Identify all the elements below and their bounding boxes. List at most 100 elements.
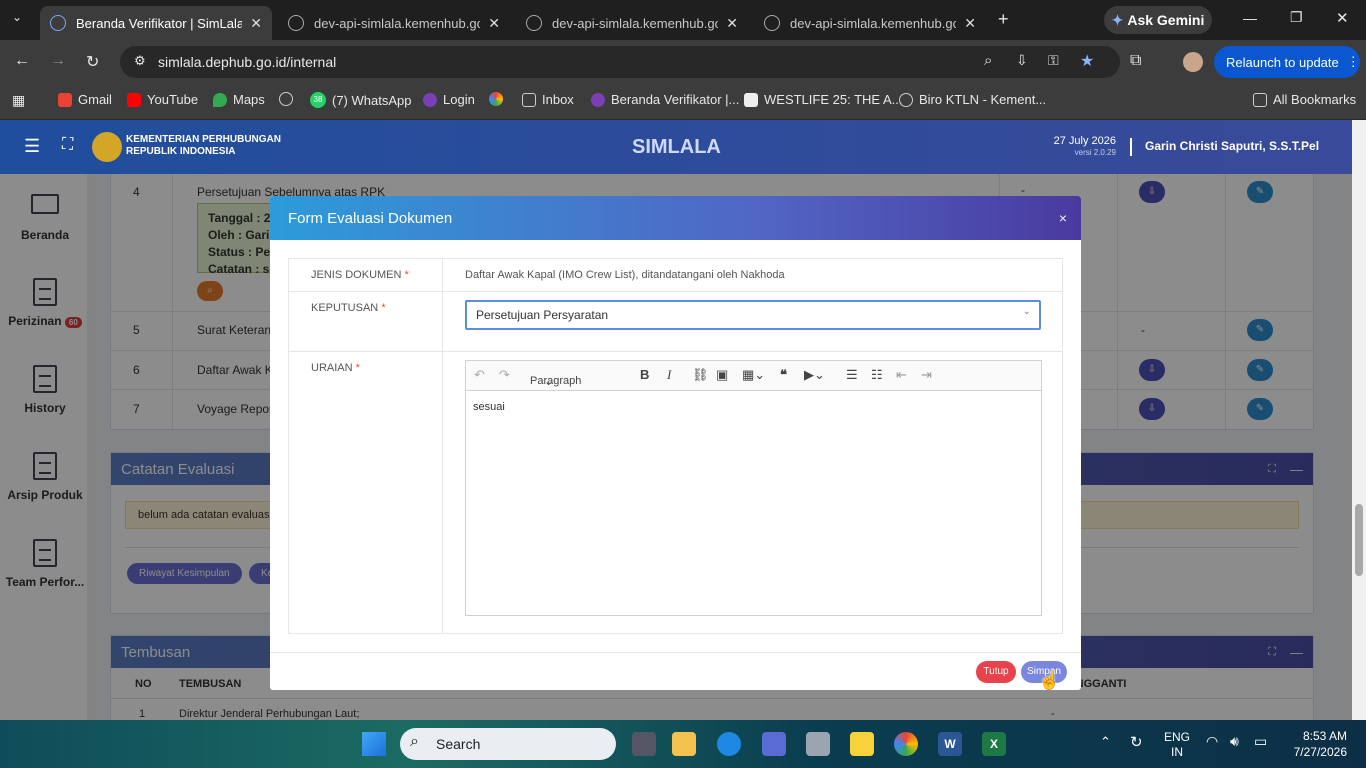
close-tab-icon[interactable]: ✕ xyxy=(250,15,262,32)
windows-start-icon[interactable] xyxy=(362,732,386,756)
bookmark-westlife[interactable]: WESTLIFE 25: THE A... xyxy=(744,92,902,107)
indent-icon[interactable]: ⇥ xyxy=(921,367,932,383)
modal-close-icon[interactable]: × xyxy=(1059,210,1067,226)
back-icon[interactable]: ← xyxy=(14,52,30,70)
required-mark: * xyxy=(355,362,360,374)
sync-icon[interactable]: ↻ xyxy=(1130,733,1143,751)
zoom-icon[interactable]: ⌕ xyxy=(984,52,992,69)
undo-icon[interactable]: ↶ xyxy=(474,367,485,383)
redo-icon[interactable]: ↷ xyxy=(499,367,510,383)
app-version: versi 2.0.29 xyxy=(1074,148,1116,157)
extensions-icon[interactable]: ⧉ xyxy=(1130,52,1141,70)
bookmark-globe[interactable] xyxy=(279,92,299,106)
profile-avatar[interactable] xyxy=(1183,52,1203,72)
bookmark-pinwheel[interactable] xyxy=(489,92,509,106)
wifi-icon[interactable]: ◠ xyxy=(1206,733,1218,750)
uraian-text: sesuai xyxy=(473,401,505,413)
site-info-icon[interactable]: ⚙ xyxy=(134,53,146,69)
task-view-icon[interactable] xyxy=(632,732,656,756)
bookmark-gmail[interactable]: Gmail xyxy=(58,92,112,107)
rich-text-editor: ↶ ↷ Paragraph ⌄ B I ⛓ ▣ ▦⌄ ❝ ▶⌄ ☰ ☷ ⇤ ⇥ … xyxy=(465,360,1042,616)
bookmark-beranda[interactable]: Beranda Verifikator |... xyxy=(591,92,739,107)
language-code: ENG xyxy=(1164,730,1191,744)
file-explorer-icon[interactable] xyxy=(672,732,696,756)
numbered-list-icon[interactable]: ☷ xyxy=(871,367,883,383)
bold-icon[interactable]: B xyxy=(640,367,649,382)
chrome-icon[interactable] xyxy=(894,732,918,756)
inbox-icon xyxy=(522,92,536,107)
tutup-button[interactable]: Tutup xyxy=(976,661,1016,683)
outdent-icon[interactable]: ⇤ xyxy=(896,367,907,383)
hamburger-menu-icon[interactable]: ☰ xyxy=(24,136,40,157)
insert-image-icon[interactable]: ▣ xyxy=(716,367,728,383)
blockquote-icon[interactable]: ❝ xyxy=(780,367,787,383)
camera-icon[interactable] xyxy=(806,732,830,756)
app-icon[interactable] xyxy=(762,732,786,756)
globe-icon xyxy=(279,92,293,106)
minimize-window-icon[interactable]: — xyxy=(1243,10,1257,26)
reload-icon[interactable]: ↻ xyxy=(86,52,99,72)
fullscreen-icon[interactable]: ⛶ xyxy=(62,136,73,154)
paragraph-label: Paragraph xyxy=(530,375,582,387)
tab-search-chevron-icon[interactable]: ⌄ xyxy=(12,10,22,24)
bookmark-inbox[interactable]: Inbox xyxy=(522,92,574,107)
forward-icon[interactable]: → xyxy=(50,52,66,70)
scrollbar-thumb[interactable] xyxy=(1355,504,1363,576)
bookmark-maps[interactable]: Maps xyxy=(213,92,265,107)
globe-icon xyxy=(764,15,780,31)
form-row-uraian: URAIAN * ↶ ↷ Paragraph ⌄ B I ⛓ ▣ ▦⌄ ❝ ▶⌄… xyxy=(288,352,1063,634)
relaunch-to-update-button[interactable]: Relaunch to update ⋮ xyxy=(1214,46,1360,78)
bookmark-login[interactable]: Login xyxy=(423,92,475,107)
show-hidden-icons[interactable]: ⌃ xyxy=(1100,734,1111,750)
bookmark-whatsapp[interactable]: 38 (7) WhatsApp xyxy=(310,92,411,108)
close-tab-icon[interactable]: ✕ xyxy=(488,15,500,32)
table-icon[interactable]: ▦⌄ xyxy=(742,367,765,383)
close-window-icon[interactable]: ✕ xyxy=(1336,9,1349,27)
ministry-logo xyxy=(92,132,122,162)
address-bar[interactable]: ⚙ simlala.dephub.go.id/internal ⌕ ⇩ ⚿ ★ xyxy=(120,46,1120,78)
ask-gemini-label: Ask Gemini xyxy=(1127,12,1205,28)
clock[interactable]: 8:53 AM 7/27/2026 xyxy=(1285,728,1347,760)
user-name[interactable]: Garin Christi Saputri, S.S.T.Pel xyxy=(1145,139,1319,153)
bookmark-biro-ktln[interactable]: Biro KTLN - Kement... xyxy=(899,92,1046,107)
bulleted-list-icon[interactable]: ☰ xyxy=(846,367,858,383)
all-bookmarks[interactable]: All Bookmarks xyxy=(1253,92,1356,107)
link-icon[interactable]: ⛓ xyxy=(692,367,709,383)
pinwheel-icon xyxy=(489,92,503,106)
bookmark-label: Login xyxy=(443,92,475,107)
close-tab-icon[interactable]: ✕ xyxy=(964,15,976,32)
battery-icon[interactable]: ▭ xyxy=(1254,733,1267,750)
edge-icon[interactable] xyxy=(717,732,741,756)
browser-tab-4[interactable]: dev-api-simlala.kemenhub.go.id ✕ xyxy=(754,6,986,40)
taskbar-search-box[interactable]: ⌕ Search xyxy=(400,728,616,760)
language-indicator[interactable]: ENG IN xyxy=(1164,730,1190,760)
browser-tab-2[interactable]: dev-api-simlala.kemenhub.go.id ✕ xyxy=(278,6,510,40)
tab-title: dev-api-simlala.kemenhub.go.id xyxy=(790,15,957,31)
apps-grid-icon[interactable]: ▦ xyxy=(12,92,25,109)
app-header: ☰ ⛶ KEMENTERIAN PERHUBUNGAN REPUBLIK IND… xyxy=(0,120,1352,174)
restore-window-icon[interactable]: ❐ xyxy=(1290,9,1303,26)
password-key-icon[interactable]: ⚿ xyxy=(1048,52,1059,69)
uraian-editor-content[interactable]: sesuai xyxy=(466,391,1041,615)
bookmark-youtube[interactable]: YouTube xyxy=(127,92,198,107)
new-tab-button[interactable]: + xyxy=(998,9,1009,30)
ask-gemini-button[interactable]: ✦ Ask Gemini xyxy=(1104,6,1212,34)
volume-icon[interactable]: 🔊︎ xyxy=(1230,733,1239,750)
italic-icon[interactable]: I xyxy=(667,367,671,383)
bookmark-label: WESTLIFE 25: THE A... xyxy=(764,92,903,107)
browser-tab-3[interactable]: dev-api-simlala.kemenhub.go.id ✕ xyxy=(516,6,748,40)
jenis-dokumen-value: Daftar Awak Kapal (IMO Crew List), ditan… xyxy=(465,269,785,281)
tab-title: Beranda Verifikator | SimLala xyxy=(76,15,243,31)
bookmark-star-icon[interactable]: ★ xyxy=(1080,51,1094,71)
gmail-icon xyxy=(58,92,72,107)
browser-tab-1[interactable]: Beranda Verifikator | SimLala ✕ xyxy=(40,6,272,40)
install-app-icon[interactable]: ⇩ xyxy=(1016,52,1028,69)
keputusan-select[interactable]: Persetujuan Persyaratan ⌄ xyxy=(465,300,1041,330)
word-icon[interactable]: W xyxy=(938,732,962,756)
page-scrollbar[interactable] xyxy=(1352,120,1366,720)
bookmark-label: Gmail xyxy=(78,92,112,107)
sticky-notes-icon[interactable] xyxy=(850,732,874,756)
close-tab-icon[interactable]: ✕ xyxy=(726,15,738,32)
excel-icon[interactable]: X xyxy=(982,732,1006,756)
media-embed-icon[interactable]: ▶⌄ xyxy=(804,367,825,383)
